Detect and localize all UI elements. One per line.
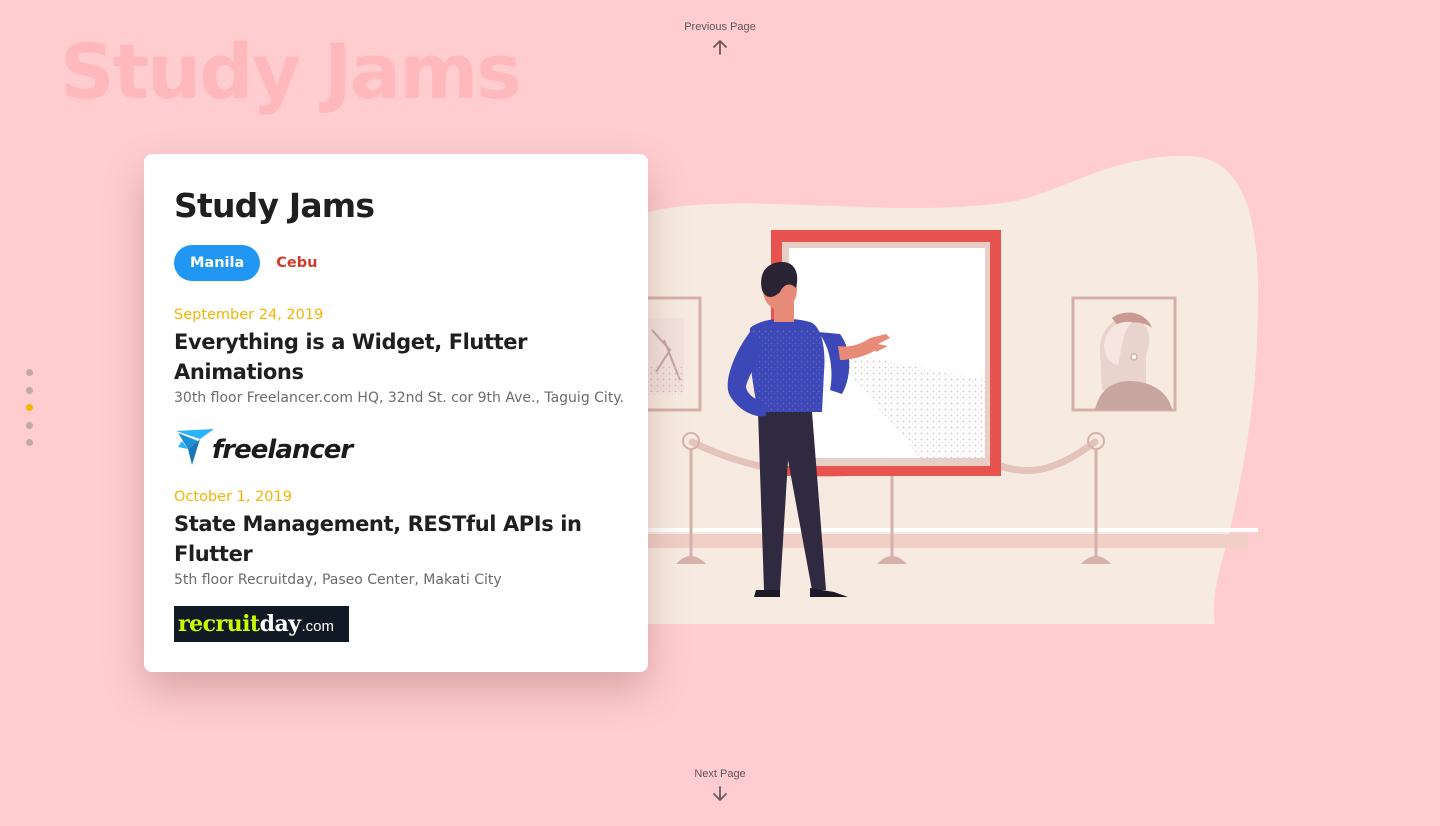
recruitday-logo-tld: .com bbox=[301, 618, 335, 635]
previous-page-button[interactable]: Previous Page bbox=[0, 20, 1440, 56]
event-item: September 24, 2019 Everything is a Widge… bbox=[174, 306, 625, 470]
right-painting bbox=[1071, 296, 1177, 412]
recruitday-logo: recruitday .com bbox=[174, 606, 349, 642]
recruitday-logo-main: recruit bbox=[178, 611, 260, 637]
event-venue: 30th floor Freelancer.com HQ, 32nd St. c… bbox=[174, 390, 625, 406]
section-dot-4[interactable] bbox=[26, 421, 33, 429]
section-dot-1[interactable] bbox=[26, 369, 33, 376]
city-tabs: Manila Cebu bbox=[174, 245, 618, 281]
tab-manila[interactable]: Manila bbox=[174, 245, 261, 281]
events-card: Study Jams Manila Cebu September 24, 201… bbox=[144, 154, 648, 672]
section-dot-3-active[interactable] bbox=[26, 404, 33, 411]
gallery-illustration bbox=[628, 155, 1258, 624]
event-item: October 1, 2019 State Management, RESTfu… bbox=[174, 488, 618, 642]
event-title: State Management, RESTful APIs in Flutte… bbox=[174, 512, 582, 566]
arrow-up-icon bbox=[713, 40, 727, 55]
recruitday-logo-accent: day bbox=[259, 611, 301, 637]
event-venue: 5th floor Recruitday, Paseo Center, Maka… bbox=[174, 572, 502, 588]
section-dot-5[interactable] bbox=[26, 439, 33, 446]
card-title: Study Jams bbox=[174, 186, 375, 225]
freelancer-logo: freelancer bbox=[174, 424, 618, 470]
section-dot-2[interactable] bbox=[26, 386, 33, 394]
tab-cebu[interactable]: Cebu bbox=[260, 245, 333, 281]
arrow-down-icon bbox=[713, 786, 727, 801]
freelancer-logo-text: freelancer bbox=[212, 435, 353, 465]
freelancer-bird-icon bbox=[176, 429, 214, 465]
recruitday-logo-text: recruitday bbox=[178, 609, 301, 639]
study-jams-page: Study Jams Previous Page Study Jams Mani… bbox=[0, 0, 1440, 826]
event-date: October 1, 2019 bbox=[174, 489, 292, 505]
next-page-label: Next Page bbox=[694, 768, 746, 780]
section-dots bbox=[26, 369, 34, 457]
event-title: Everything is a Widget, Flutter Animatio… bbox=[174, 330, 528, 384]
next-page-button[interactable]: Next Page bbox=[0, 767, 1440, 803]
event-date: September 24, 2019 bbox=[174, 307, 324, 323]
previous-page-label: Previous Page bbox=[684, 21, 756, 33]
